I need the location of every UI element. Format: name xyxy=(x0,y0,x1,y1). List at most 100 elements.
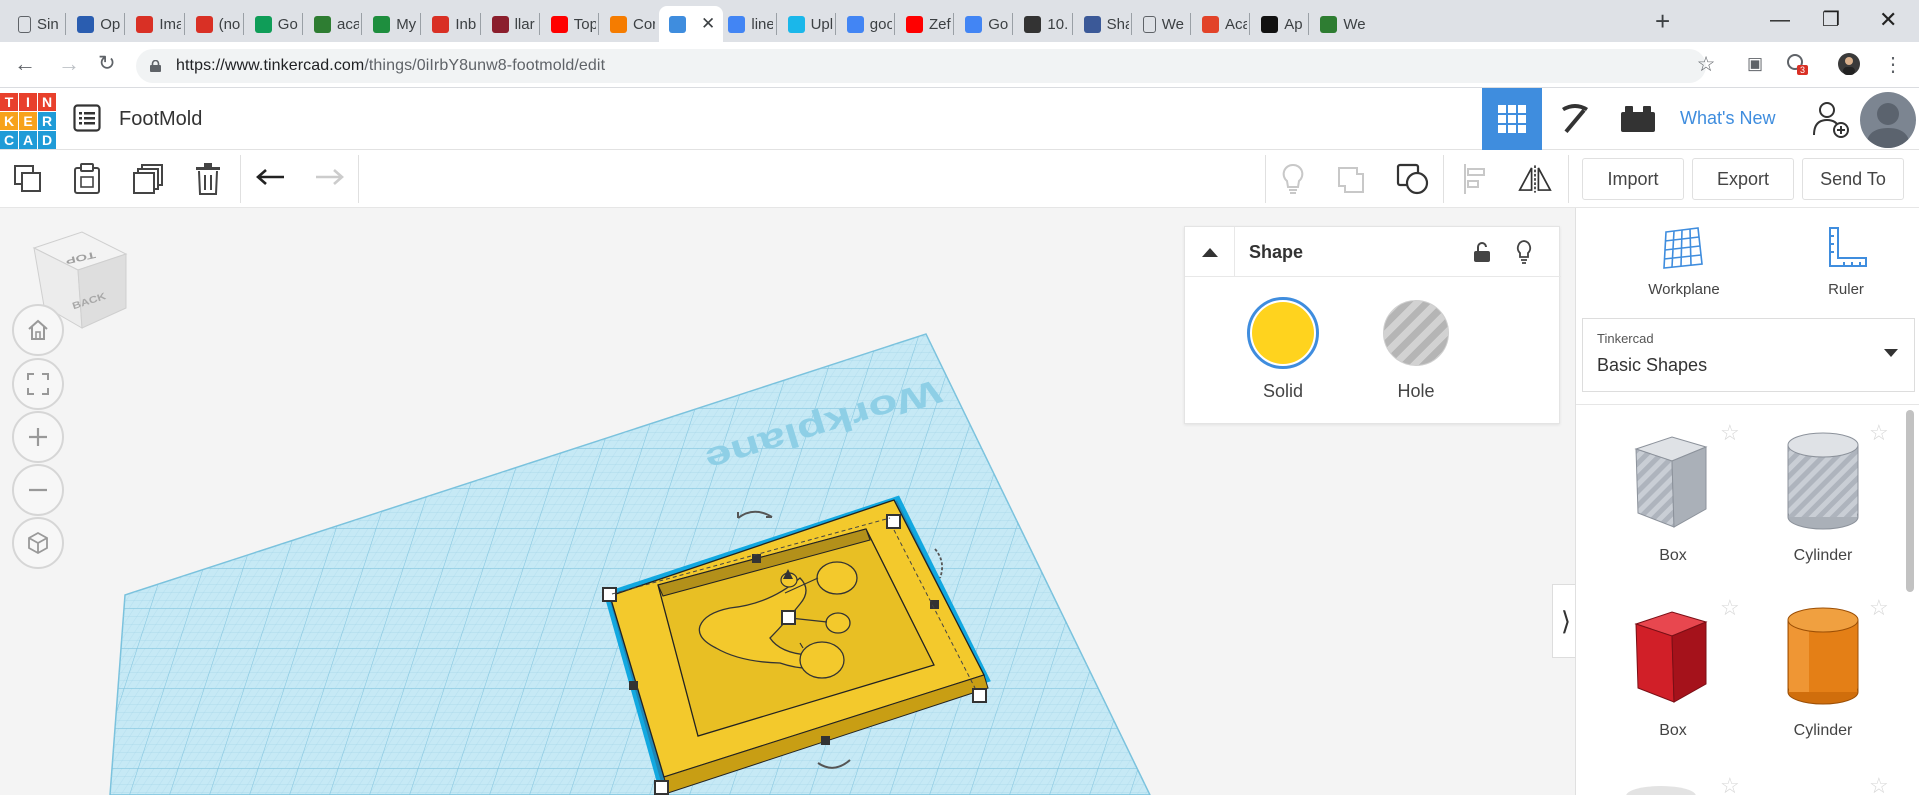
browser-tab[interactable]: We xyxy=(1133,6,1188,42)
favorite-star-icon[interactable]: ☆ xyxy=(1720,420,1740,446)
invite-user-button[interactable] xyxy=(1806,88,1854,150)
browser-tab[interactable]: ✕ xyxy=(659,6,724,42)
browser-tab-label: Go xyxy=(988,15,1009,33)
workplane-tool-button[interactable]: Workplane xyxy=(1624,226,1744,298)
copy-icon[interactable] xyxy=(11,162,45,196)
shape-tile-partial[interactable] xyxy=(1626,786,1696,795)
whats-new-link[interactable]: What's New xyxy=(1680,108,1775,129)
workplane-tool-label: Workplane xyxy=(1648,281,1720,298)
browser-tab[interactable]: Op xyxy=(67,6,122,42)
bricks-view-button[interactable] xyxy=(1608,88,1668,150)
send-to-button[interactable]: Send To xyxy=(1802,158,1904,200)
browser-tab[interactable]: goo xyxy=(837,6,892,42)
favorite-star-icon[interactable]: ☆ xyxy=(1869,773,1889,795)
zoom-out-button[interactable] xyxy=(12,464,64,516)
paste-icon[interactable] xyxy=(70,162,104,196)
favorite-star-icon[interactable]: ☆ xyxy=(1869,420,1889,446)
browser-tab[interactable]: Sha xyxy=(1074,6,1129,42)
browser-tab[interactable]: My xyxy=(363,6,418,42)
close-tab-icon[interactable]: ✕ xyxy=(701,14,715,34)
minecraft-view-button[interactable] xyxy=(1546,88,1604,150)
project-title[interactable]: FootMold xyxy=(119,108,202,131)
browser-tab[interactable]: We xyxy=(1310,6,1365,42)
design-menu-icon[interactable] xyxy=(73,104,101,132)
align-icon[interactable] xyxy=(1459,162,1493,196)
solid-color-swatch[interactable] xyxy=(1247,297,1319,369)
collapse-inspector-button[interactable] xyxy=(1185,227,1235,277)
logo-letter: R xyxy=(38,112,56,130)
shape-tile-box[interactable]: Box xyxy=(1603,598,1743,758)
forward-arrow-icon[interactable]: → xyxy=(58,50,80,78)
minimize-window-button[interactable]: — xyxy=(1770,6,1790,34)
browser-tab[interactable]: Aca xyxy=(1192,6,1247,42)
browser-tab[interactable]: Inb xyxy=(422,6,477,42)
url-omnibox[interactable]: https://www.tinkercad.com/things/0iIrbY8… xyxy=(136,49,1706,83)
profile-avatar-icon[interactable] xyxy=(1836,51,1862,77)
browser-tab[interactable]: Ap xyxy=(1251,6,1306,42)
perspective-toggle-button[interactable] xyxy=(12,517,64,569)
favorite-star-icon[interactable]: ☆ xyxy=(1720,595,1740,621)
extension-lock-icon[interactable]: ▣ xyxy=(1742,51,1768,77)
solid-option[interactable]: Solid xyxy=(1238,297,1328,402)
redo-icon[interactable] xyxy=(312,162,346,196)
hole-option[interactable]: Hole xyxy=(1371,297,1461,402)
favorite-star-icon[interactable]: ☆ xyxy=(1869,595,1889,621)
import-button[interactable]: Import xyxy=(1582,158,1684,200)
browser-tab[interactable]: aca xyxy=(304,6,359,42)
shape-tile-cylinder-hole[interactable]: Cylinder xyxy=(1753,423,1893,583)
browser-tab[interactable]: Zef xyxy=(896,6,951,42)
close-window-button[interactable]: ✕ xyxy=(1879,6,1897,34)
bookmark-star-icon[interactable]: ☆ xyxy=(1693,51,1719,77)
browser-tab-label: Op xyxy=(100,15,121,33)
favorite-star-icon[interactable]: ☆ xyxy=(1720,773,1740,795)
group-icon[interactable] xyxy=(1336,162,1370,196)
collapse-sidebar-button[interactable]: ⟩ xyxy=(1552,584,1575,658)
browser-tab[interactable]: (no xyxy=(186,6,241,42)
browser-tab[interactable]: Go xyxy=(955,6,1010,42)
shape-library-dropdown[interactable]: Tinkercad Basic Shapes xyxy=(1582,318,1915,392)
browser-tab[interactable]: Upl xyxy=(778,6,833,42)
browser-tab[interactable]: Sin xyxy=(8,6,63,42)
back-arrow-icon[interactable]: ← xyxy=(14,50,36,78)
duplicate-icon[interactable] xyxy=(131,162,165,196)
undo-icon[interactable] xyxy=(254,162,288,196)
lightbulb-visibility-icon[interactable] xyxy=(1515,240,1533,264)
reload-icon[interactable]: ↻ xyxy=(98,50,116,78)
browser-tab[interactable]: line xyxy=(718,6,773,42)
extension-badge-icon[interactable]: 3 xyxy=(1784,51,1810,77)
browser-tab[interactable]: llar xyxy=(482,6,537,42)
black-square-icon xyxy=(1261,15,1279,33)
unlock-icon[interactable] xyxy=(1473,241,1491,263)
3d-design-view-button[interactable] xyxy=(1482,88,1542,150)
user-avatar[interactable] xyxy=(1860,92,1916,148)
tinkercad-logo[interactable]: TIN KER CAD xyxy=(0,93,56,149)
shape-tile-box-hole[interactable]: Box xyxy=(1603,423,1743,583)
sidebar-scrollbar[interactable] xyxy=(1906,410,1914,592)
browser-tab[interactable]: 10. xyxy=(1014,6,1069,42)
tab-separator xyxy=(1308,13,1310,35)
ruler-tool-button[interactable]: Ruler xyxy=(1786,226,1906,298)
google-icon xyxy=(965,15,983,33)
chrome-menu-icon[interactable]: ⋮ xyxy=(1880,51,1906,77)
browser-tab[interactable]: Ima xyxy=(126,6,181,42)
browser-tab-label: Sin xyxy=(37,15,59,33)
mirror-icon[interactable] xyxy=(1518,162,1552,196)
3d-workspace-canvas[interactable]: Workplane TOP BACK Shape Solid Hole ⟩ xyxy=(0,208,1575,795)
home-view-button[interactable] xyxy=(12,304,64,356)
export-button[interactable]: Export xyxy=(1692,158,1794,200)
fit-view-button[interactable] xyxy=(12,358,64,410)
shape-tile-cylinder[interactable]: Cylinder xyxy=(1753,598,1893,758)
new-tab-button[interactable]: + xyxy=(1655,6,1670,36)
browser-tab[interactable]: Top xyxy=(541,6,596,42)
zoom-in-button[interactable] xyxy=(12,411,64,463)
hole-swatch[interactable] xyxy=(1383,300,1449,366)
ungroup-icon[interactable] xyxy=(1396,162,1430,196)
document-icon xyxy=(1142,15,1156,33)
blogger-icon xyxy=(610,15,627,33)
browser-tab[interactable]: Go xyxy=(245,6,300,42)
trash-icon[interactable] xyxy=(191,162,225,196)
toolbar-divider xyxy=(1265,155,1266,203)
lightbulb-icon[interactable] xyxy=(1276,162,1310,196)
maximize-window-button[interactable]: ❐ xyxy=(1822,6,1840,34)
browser-tab[interactable]: Cor xyxy=(600,6,655,42)
